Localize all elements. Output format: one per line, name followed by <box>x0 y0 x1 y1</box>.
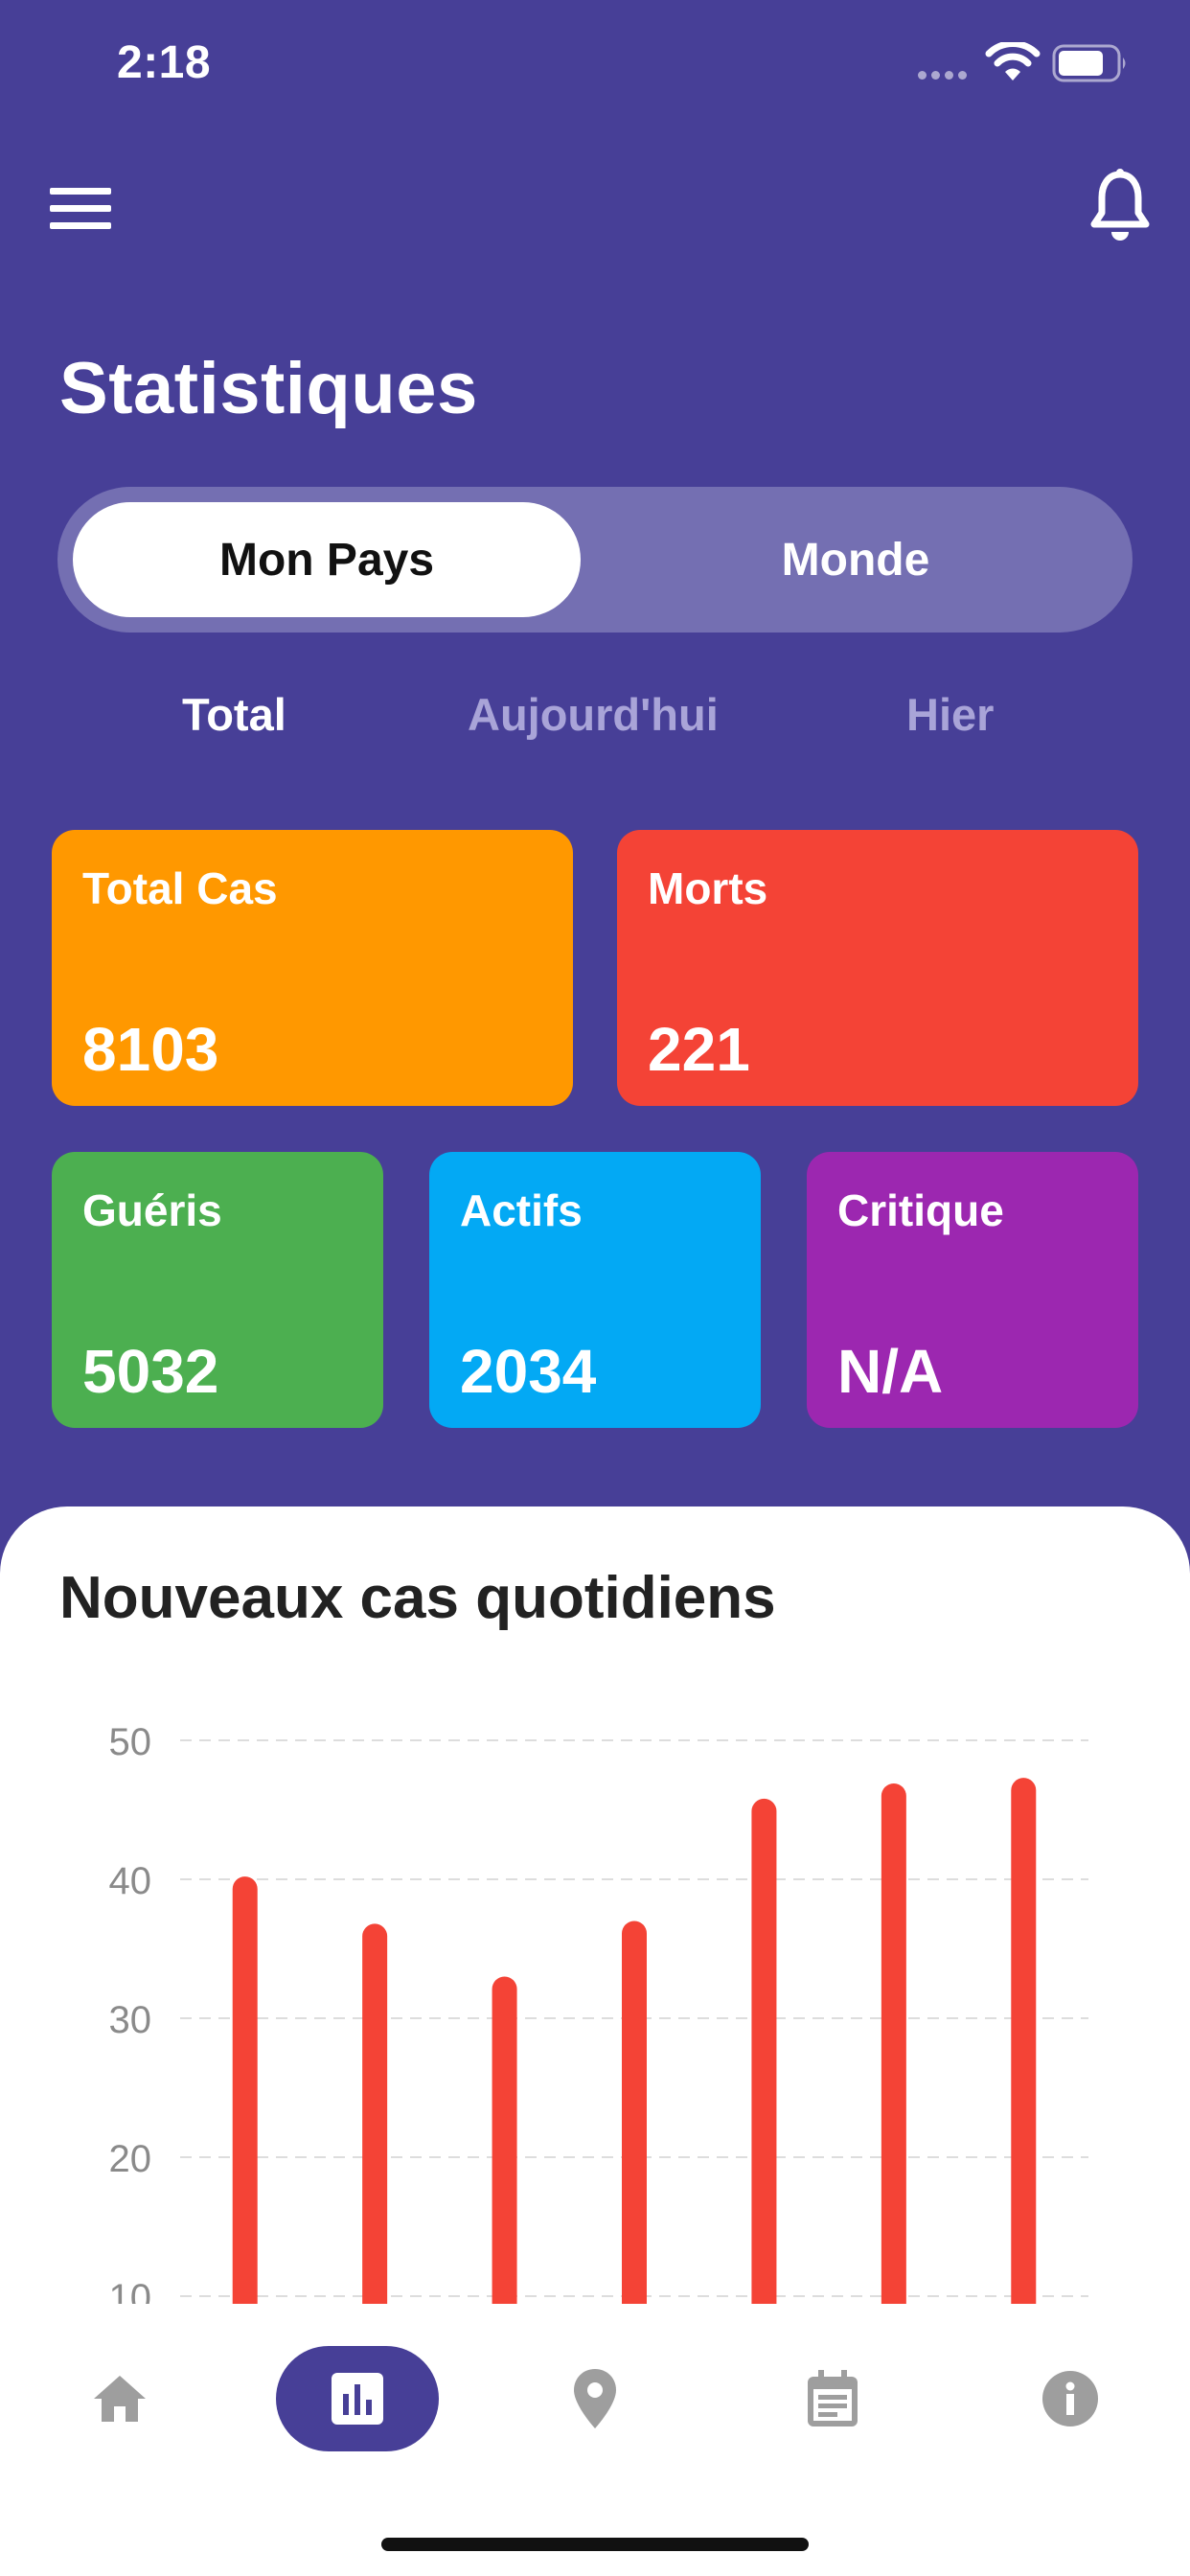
nav-info[interactable] <box>989 2346 1152 2451</box>
nav-calendar[interactable] <box>751 2346 914 2451</box>
card-value: 221 <box>648 1015 750 1084</box>
chart-bar <box>881 1782 906 2304</box>
y-tick-label: 20 <box>109 2138 152 2180</box>
y-tick-label: 30 <box>109 1999 152 2041</box>
bell-icon[interactable] <box>1090 169 1150 243</box>
card-label: Critique <box>837 1185 1004 1235</box>
y-tick-label: 40 <box>109 1860 152 1902</box>
card-label: Total Cas <box>82 863 278 913</box>
status-time: 2:18 <box>117 37 212 88</box>
battery-icon <box>1052 44 1126 82</box>
region-segmented-control: Mon Pays Monde <box>57 487 1133 632</box>
info-icon <box>1042 2371 1098 2426</box>
calendar-icon <box>808 2370 858 2426</box>
cellular-signal-icon <box>918 71 967 80</box>
bar-chart-icon <box>332 2373 383 2425</box>
chart-bar <box>232 1876 258 2304</box>
y-tick-label: 50 <box>109 1721 152 1763</box>
chart-bar <box>362 1923 388 2304</box>
card-value: 2034 <box>460 1337 597 1406</box>
chart-bar <box>1011 1778 1037 2304</box>
nav-home[interactable] <box>38 2346 201 2451</box>
recovered-card: Guéris 5032 <box>52 1152 383 1428</box>
nav-map[interactable] <box>514 2346 676 2451</box>
segment-my-country[interactable]: Mon Pays <box>73 502 581 617</box>
home-indicator <box>381 2538 809 2551</box>
card-value: 8103 <box>82 1015 219 1084</box>
location-pin-icon <box>574 2369 616 2428</box>
wifi-icon <box>985 42 1041 80</box>
y-tick-label: 10 <box>109 2277 152 2304</box>
card-label: Morts <box>648 863 768 913</box>
active-card: Actifs 2034 <box>429 1152 761 1428</box>
deaths-card: Morts 221 <box>617 830 1138 1106</box>
home-icon <box>94 2376 146 2422</box>
card-value: 5032 <box>82 1337 219 1406</box>
chart-bar <box>751 1798 777 2304</box>
daily-cases-chart: 10 20 30 40 50 <box>109 1721 1088 2304</box>
card-value: N/A <box>837 1337 944 1406</box>
critical-card: Critique N/A <box>807 1152 1138 1428</box>
chart-bar <box>492 1976 517 2304</box>
chart-bar <box>622 1920 647 2304</box>
tab-total[interactable]: Total <box>182 688 286 741</box>
card-label: Guéris <box>82 1185 222 1235</box>
nav-statistics[interactable] <box>276 2346 439 2451</box>
tab-today[interactable]: Aujourd'hui <box>468 688 719 741</box>
page-title: Statistiques <box>59 348 478 429</box>
tab-yesterday[interactable]: Hier <box>906 688 994 741</box>
bottom-nav <box>0 2304 1190 2576</box>
menu-icon[interactable] <box>46 182 115 236</box>
total-cases-card: Total Cas 8103 <box>52 830 573 1106</box>
status-bar: 2:18 <box>0 0 1190 134</box>
card-label: Actifs <box>460 1185 583 1235</box>
segment-world[interactable]: Monde <box>594 502 1117 617</box>
